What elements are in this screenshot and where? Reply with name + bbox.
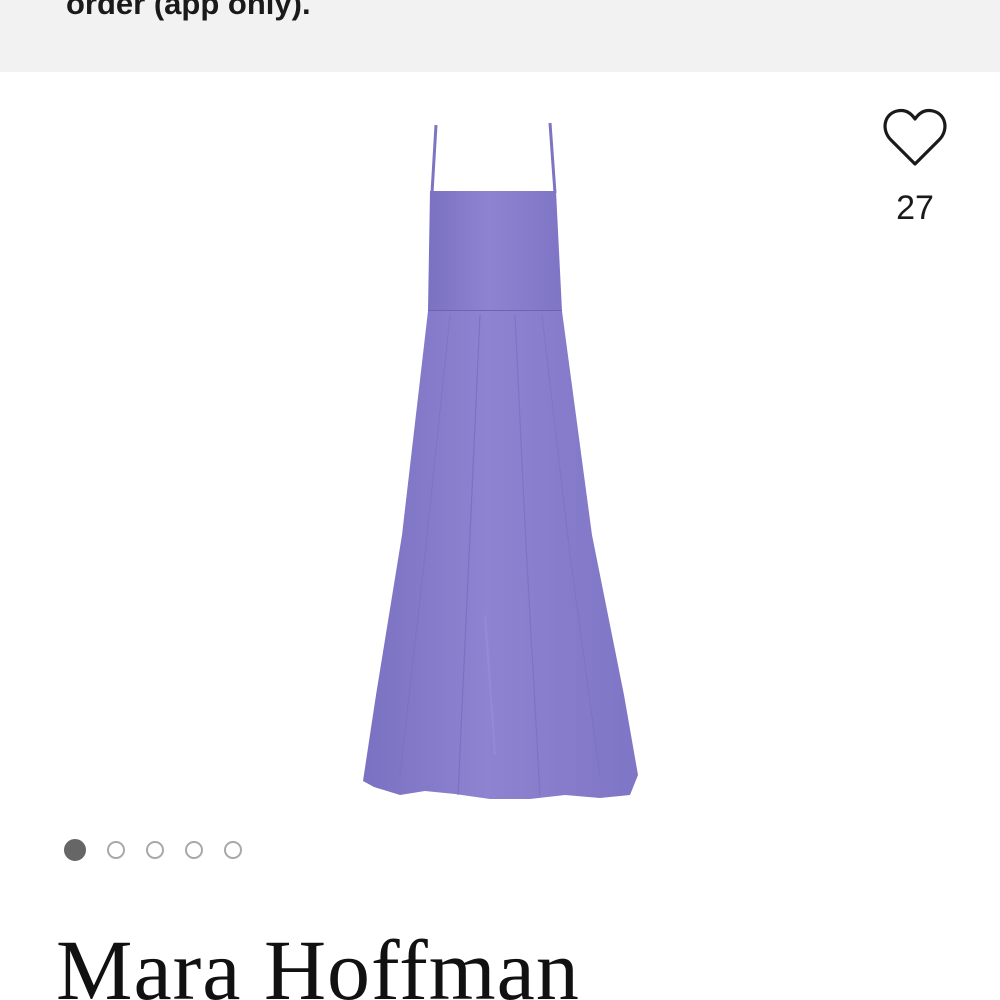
carousel-dot-5[interactable]	[224, 841, 242, 859]
dress-skirt	[363, 311, 638, 799]
carousel-dot-3[interactable]	[146, 841, 164, 859]
carousel-dot-1[interactable]	[64, 839, 86, 861]
dress-illustration	[363, 122, 638, 799]
carousel-dot-4[interactable]	[185, 841, 203, 859]
favorite-count: 27	[896, 189, 934, 227]
product-page: order (app only). 27 Mara Hoffman	[0, 0, 1000, 1000]
image-carousel-dots	[64, 839, 242, 863]
brand-name[interactable]: Mara Hoffman	[56, 920, 580, 1000]
favorite-control: 27	[872, 106, 958, 246]
carousel-dot-2[interactable]	[107, 841, 125, 859]
promo-banner-text: order (app only).	[66, 0, 311, 21]
product-image[interactable]	[330, 115, 670, 815]
promo-banner: order (app only).	[0, 0, 1000, 72]
heart-icon[interactable]	[882, 106, 948, 168]
left-strap	[430, 124, 438, 194]
dress-bodice	[428, 191, 562, 311]
right-strap	[548, 122, 557, 194]
